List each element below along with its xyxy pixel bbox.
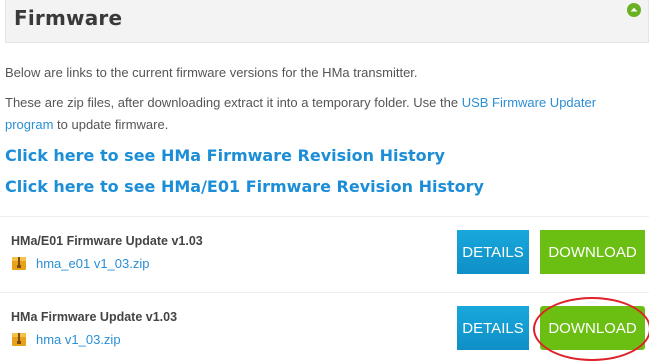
instructions-text: These are zip files, after downloading e… [5,92,645,136]
zip-archive-icon [12,333,26,346]
page-title: Firmware [14,6,123,30]
download-button[interactable]: DOWNLOAD [540,230,645,274]
instructions-text-start: These are zip files, after downloading e… [5,95,462,110]
instructions-text-end: to update firmware. [53,117,169,132]
zip-file-link[interactable]: hma v1_03.zip [36,332,121,347]
zip-archive-icon [12,257,26,270]
update-title: HMa Firmware Update v1.03 [11,310,178,324]
chevron-up-circle-icon[interactable] [627,3,641,17]
details-button[interactable]: DETAILS [457,306,529,350]
highlight-circle-annotation [533,297,649,361]
hma-revision-history-link[interactable]: Click here to see HMa Firmware Revision … [5,146,445,165]
zip-file-link[interactable]: hma_e01 v1_03.zip [36,256,149,271]
update-title: HMa/E01 Firmware Update v1.03 [11,234,203,248]
firmware-header: Firmware [5,0,649,43]
list-item: HMa/E01 Firmware Update v1.03 hma_e01 v1… [0,216,649,292]
details-button[interactable]: DETAILS [457,230,529,274]
intro-text: Below are links to the current firmware … [5,65,418,80]
hma-e01-revision-history-link[interactable]: Click here to see HMa/E01 Firmware Revis… [5,177,484,196]
